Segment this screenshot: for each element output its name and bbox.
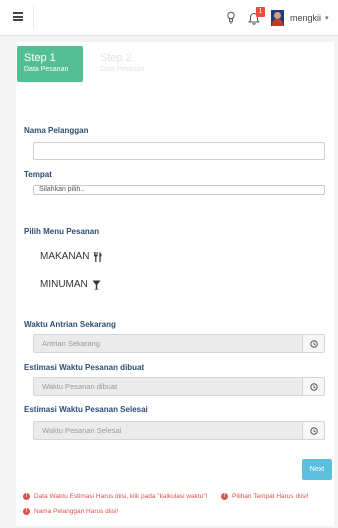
- user-menu[interactable]: mengkii ▾: [271, 9, 329, 27]
- notifications-button[interactable]: 1: [248, 7, 265, 26]
- step-1-title: Step 1: [24, 52, 56, 64]
- navbar-divider: [33, 6, 34, 30]
- avatar: [271, 10, 284, 26]
- est-done-addon[interactable]: [302, 421, 325, 440]
- place-select[interactable]: Silahkan pilih..: [33, 185, 325, 195]
- step-1-tab[interactable]: Step 1 Data Pesanan: [17, 46, 83, 82]
- queue-time-addon[interactable]: [302, 334, 325, 353]
- place-label: Tempat: [24, 170, 52, 179]
- est-done-input[interactable]: Waktu Pesanan Selesai: [33, 421, 302, 440]
- alert-icon: !: [23, 508, 30, 515]
- clock-icon: [310, 340, 318, 348]
- chevron-down-icon: ▾: [325, 15, 329, 22]
- est-made-input[interactable]: Waktu Pesanan dibuat: [33, 377, 302, 396]
- queue-time-input[interactable]: Antrian Sekarang: [33, 334, 302, 353]
- menu-item-makanan[interactable]: MAKANAN: [40, 251, 103, 262]
- glass-icon: [92, 280, 101, 289]
- error-customer-name-text: Nama Pelanggan Harus diisi!: [34, 508, 119, 515]
- menu-item-minuman[interactable]: MINUMAN: [40, 279, 101, 290]
- step-2-subtitle: Data Pesanan: [100, 66, 145, 73]
- user-name: mengkii: [290, 13, 322, 23]
- error-estimate-time-text: Data Waktu Estimasi Harus diisi, klik pa…: [34, 493, 208, 500]
- wizard-steps: Step 1 Data Pesanan Step 2 Data Pesanan: [16, 46, 166, 86]
- est-made-label: Estimasi Waktu Pesanan dibuat: [24, 363, 145, 372]
- error-customer-name: ! Nama Pelanggan Harus diisi!: [23, 508, 118, 515]
- alert-icon: !: [23, 493, 30, 500]
- customer-name-label: Nama Pelanggan: [24, 126, 89, 135]
- alert-icon: !: [221, 493, 228, 500]
- error-place: ! Pilihan Tempat Harus diisi!: [221, 493, 308, 500]
- customer-name-input[interactable]: [33, 142, 325, 160]
- error-estimate-time: ! Data Waktu Estimasi Harus diisi, klik …: [23, 493, 207, 500]
- error-place-text: Pilihan Tempat Harus diisi!: [232, 493, 309, 500]
- clock-icon: [310, 427, 318, 435]
- notification-badge: 1: [256, 7, 265, 17]
- est-done-label: Estimasi Waktu Pesanan Selesai: [24, 405, 148, 414]
- clock-icon: [310, 383, 318, 391]
- menu-item-minuman-label: MINUMAN: [40, 279, 88, 290]
- step-1-subtitle: Data Pesanan: [24, 66, 69, 73]
- menu-item-makanan-label: MAKANAN: [40, 251, 90, 262]
- queue-time-label: Waktu Antrian Sekarang: [24, 320, 116, 329]
- step-2-title: Step 2: [100, 52, 132, 64]
- cutlery-icon: [94, 251, 103, 262]
- top-navbar: 1 mengkii ▾: [0, 0, 338, 36]
- next-button[interactable]: Next: [302, 459, 332, 480]
- hamburger-menu-icon[interactable]: [13, 12, 23, 21]
- step-2-tab[interactable]: Step 2 Data Pesanan: [93, 46, 159, 82]
- lightbulb-icon[interactable]: [226, 11, 236, 25]
- est-made-addon[interactable]: [302, 377, 325, 396]
- menu-label: Pilih Menu Pesanan: [24, 227, 100, 236]
